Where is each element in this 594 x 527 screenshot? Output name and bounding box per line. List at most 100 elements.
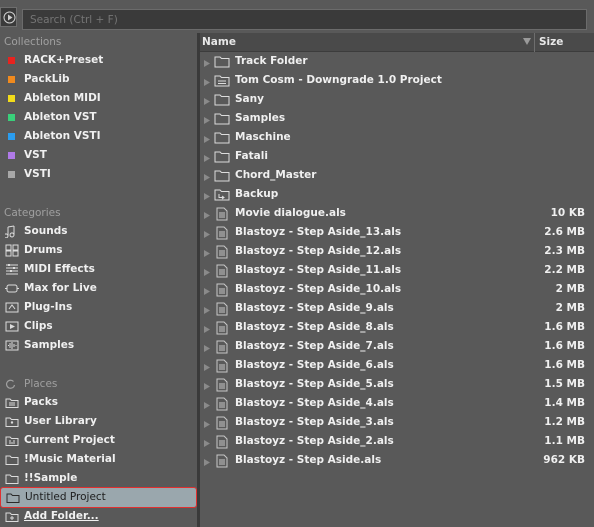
column-header: Name Size (200, 33, 594, 52)
folder-row[interactable]: Track Folder (200, 52, 594, 71)
collection-item[interactable]: Ableton VSTI (0, 127, 197, 146)
color-tag-icon (8, 76, 15, 83)
file-row[interactable]: Blastoyz - Step Aside_6.als 1.6 MB (200, 356, 594, 375)
expand-arrow-icon[interactable] (204, 305, 210, 317)
collection-item[interactable]: VSTI (0, 165, 197, 184)
file-row[interactable]: Blastoyz - Step Aside_8.als 1.6 MB (200, 318, 594, 337)
file-name: Blastoyz - Step Aside_3.als (235, 416, 394, 428)
place-item[interactable]: Packs (0, 393, 197, 412)
expand-arrow-icon[interactable] (204, 362, 210, 374)
place-label: Current Project (24, 434, 115, 446)
file-name: Blastoyz - Step Aside_11.als (235, 264, 402, 276)
folder-row[interactable]: Maschine (200, 128, 594, 147)
folder-icon (5, 453, 19, 466)
collection-label: PackLib (24, 73, 70, 85)
expand-arrow-icon[interactable] (204, 286, 210, 298)
collection-item[interactable]: VST (0, 146, 197, 165)
expand-arrow-icon[interactable] (204, 381, 210, 393)
category-item[interactable]: Max for Live (0, 279, 197, 298)
file-name: Blastoyz - Step Aside.als (235, 454, 382, 466)
place-item[interactable]: User Library (0, 412, 197, 431)
collection-label: RACK+Preset (24, 54, 104, 66)
folder-row[interactable]: Tom Cosm - Downgrade 1.0 Project (200, 71, 594, 90)
current-project-icon (5, 434, 19, 447)
expand-arrow-icon[interactable] (204, 172, 210, 184)
live-set-file-icon (216, 321, 229, 338)
collection-item[interactable]: Ableton MIDI (0, 89, 197, 108)
preview-play-button[interactable] (0, 7, 17, 27)
add-folder-button[interactable]: Add Folder... (0, 507, 197, 526)
category-item[interactable]: Plug-Ins (0, 298, 197, 317)
file-row[interactable]: Blastoyz - Step Aside_11.als 2.2 MB (200, 261, 594, 280)
file-row[interactable]: Blastoyz - Step Aside_9.als 2 MB (200, 299, 594, 318)
color-tag-icon (8, 57, 15, 64)
folder-row[interactable]: Fatali (200, 147, 594, 166)
place-item[interactable]: !Music Material (0, 450, 197, 469)
place-item[interactable]: Current Project (0, 431, 197, 450)
category-label: Plug-Ins (24, 301, 73, 313)
file-row[interactable]: Blastoyz - Step Aside.als 962 KB (200, 451, 594, 470)
file-name: Blastoyz - Step Aside_8.als (235, 321, 394, 333)
name-column-header[interactable]: Name (202, 36, 236, 48)
file-name: Blastoyz - Step Aside_2.als (235, 435, 394, 447)
file-row[interactable]: Blastoyz - Step Aside_10.als 2 MB (200, 280, 594, 299)
expand-arrow-icon[interactable] (204, 96, 210, 108)
category-item[interactable]: Sounds (0, 222, 197, 241)
file-row[interactable]: Blastoyz - Step Aside_13.als 2.6 MB (200, 223, 594, 242)
expand-arrow-icon[interactable] (204, 400, 210, 412)
category-item[interactable]: Drums (0, 241, 197, 260)
folder-row[interactable]: Sany (200, 90, 594, 109)
place-item[interactable]: Untitled Project (0, 487, 197, 508)
packs-icon (5, 396, 19, 409)
column-separator[interactable] (534, 33, 535, 52)
file-row[interactable]: Blastoyz - Step Aside_7.als 1.6 MB (200, 337, 594, 356)
drums-icon (5, 244, 19, 257)
collection-item[interactable]: PackLib (0, 70, 197, 89)
expand-arrow-icon[interactable] (204, 324, 210, 336)
expand-arrow-icon[interactable] (204, 134, 210, 146)
folder-icon (214, 55, 230, 71)
expand-arrow-icon[interactable] (204, 210, 210, 222)
category-item[interactable]: MIDI Effects (0, 260, 197, 279)
live-set-file-icon (216, 245, 229, 262)
color-tag-icon (8, 171, 15, 178)
expand-arrow-icon[interactable] (204, 115, 210, 127)
expand-arrow-icon[interactable] (204, 267, 210, 279)
expand-arrow-icon[interactable] (204, 438, 210, 450)
color-tag-icon (8, 114, 15, 121)
file-name: Track Folder (235, 55, 308, 67)
expand-arrow-icon[interactable] (204, 457, 210, 469)
collection-label: Ableton MIDI (24, 92, 101, 104)
folder-icon (214, 112, 230, 128)
expand-arrow-icon[interactable] (204, 229, 210, 241)
collection-item[interactable]: RACK+Preset (0, 51, 197, 70)
sort-down-icon[interactable] (523, 38, 531, 45)
file-row[interactable]: Blastoyz - Step Aside_4.als 1.4 MB (200, 394, 594, 413)
folder-row[interactable]: Chord_Master (200, 166, 594, 185)
category-item[interactable]: Clips (0, 317, 197, 336)
file-row[interactable]: Blastoyz - Step Aside_5.als 1.5 MB (200, 375, 594, 394)
place-item[interactable]: !!Sample (0, 469, 197, 488)
file-row[interactable]: Blastoyz - Step Aside_2.als 1.1 MB (200, 432, 594, 451)
midi-effects-icon (5, 263, 19, 276)
expand-arrow-icon[interactable] (204, 419, 210, 431)
expand-arrow-icon[interactable] (204, 343, 210, 355)
places-title-label: Places (24, 378, 58, 390)
size-column-header[interactable]: Size (539, 36, 563, 48)
expand-arrow-icon[interactable] (204, 191, 210, 203)
file-row[interactable]: Blastoyz - Step Aside_3.als 1.2 MB (200, 413, 594, 432)
category-item[interactable]: Samples (0, 336, 197, 355)
expand-arrow-icon[interactable] (204, 153, 210, 165)
expand-arrow-icon[interactable] (204, 58, 210, 70)
live-set-file-icon (216, 340, 229, 357)
file-row[interactable]: Movie dialogue.als 10 KB (200, 204, 594, 223)
file-row[interactable]: Blastoyz - Step Aside_12.als 2.3 MB (200, 242, 594, 261)
expand-arrow-icon[interactable] (204, 77, 210, 89)
folder-row[interactable]: Backup (200, 185, 594, 204)
file-name: Blastoyz - Step Aside_12.als (235, 245, 402, 257)
file-name: Blastoyz - Step Aside_13.als (235, 226, 402, 238)
search-input[interactable] (22, 9, 587, 30)
folder-row[interactable]: Samples (200, 109, 594, 128)
expand-arrow-icon[interactable] (204, 248, 210, 260)
collection-item[interactable]: Ableton VST (0, 108, 197, 127)
